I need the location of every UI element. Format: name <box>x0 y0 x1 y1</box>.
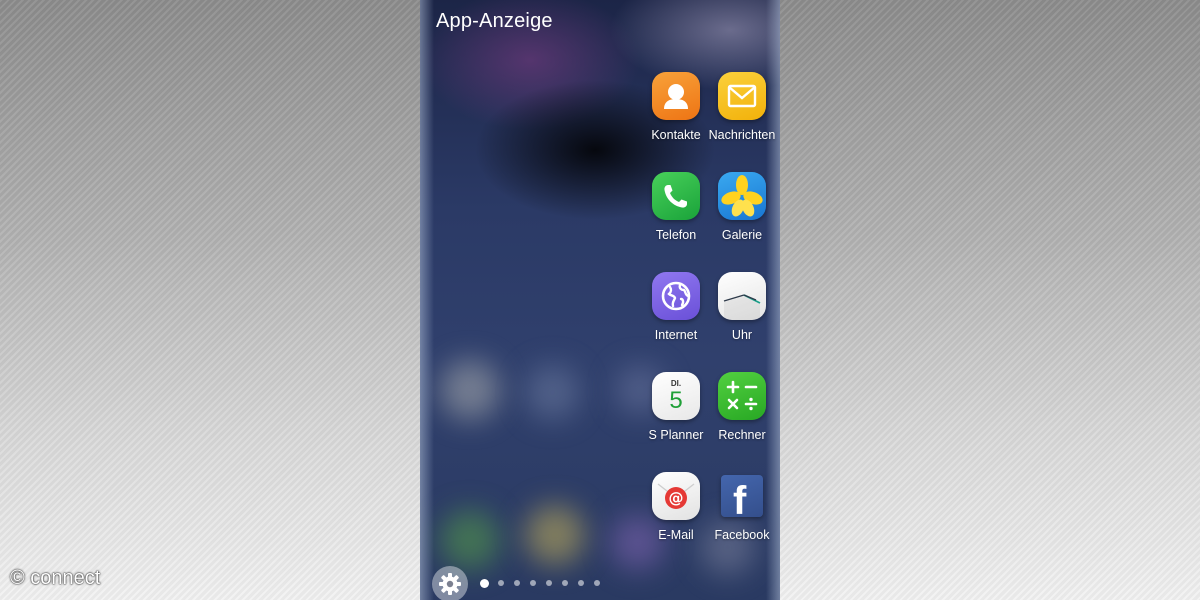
app-nachrichten[interactable]: Nachrichten <box>702 72 780 142</box>
blurred-app-2 <box>525 365 580 420</box>
page-dot[interactable] <box>529 580 536 586</box>
blurred-app-1 <box>440 360 500 420</box>
email-icon: @ <box>652 472 700 520</box>
app-label: Galerie <box>721 228 763 242</box>
calculator-icon <box>718 372 766 420</box>
gear-icon <box>439 573 461 595</box>
app-facebook[interactable]: f Facebook <box>702 472 780 542</box>
facebook-icon: f <box>721 475 763 517</box>
clock-icon <box>718 272 766 320</box>
page-dot[interactable] <box>593 580 600 586</box>
gallery-icon <box>718 172 766 220</box>
calendar-icon: DI. 5 <box>652 372 700 420</box>
app-label: Facebook <box>714 528 770 542</box>
watermark: © connect <box>10 567 101 589</box>
page-dot[interactable] <box>480 578 489 588</box>
app-label: Uhr <box>731 328 753 342</box>
phone-screen: App-Anzeige Kontakte Nachrichten Telefon <box>420 0 780 600</box>
facebook-glyph: f <box>733 479 747 517</box>
blurred-app-5 <box>525 505 585 565</box>
contacts-icon <box>652 72 700 120</box>
page-dot[interactable] <box>577 580 584 586</box>
app-galerie[interactable]: Galerie <box>702 172 780 242</box>
svg-text:@: @ <box>669 489 684 507</box>
app-rechner[interactable]: Rechner <box>702 372 780 442</box>
app-label: Rechner <box>718 428 766 442</box>
messages-icon <box>718 72 766 120</box>
calendar-day-number: 5 <box>669 387 683 414</box>
blurred-app-4 <box>440 510 500 570</box>
page-dot[interactable] <box>513 580 520 586</box>
curved-edge-left <box>420 0 434 600</box>
page-dot[interactable] <box>545 580 552 586</box>
phone-icon <box>652 172 700 220</box>
app-uhr[interactable]: Uhr <box>702 272 780 342</box>
settings-button[interactable] <box>432 566 468 600</box>
page-dot[interactable] <box>497 580 504 586</box>
app-label: Nachrichten <box>708 128 776 142</box>
internet-icon <box>652 272 700 320</box>
page-dot[interactable] <box>561 580 568 586</box>
screen-title: App-Anzeige <box>436 10 553 32</box>
